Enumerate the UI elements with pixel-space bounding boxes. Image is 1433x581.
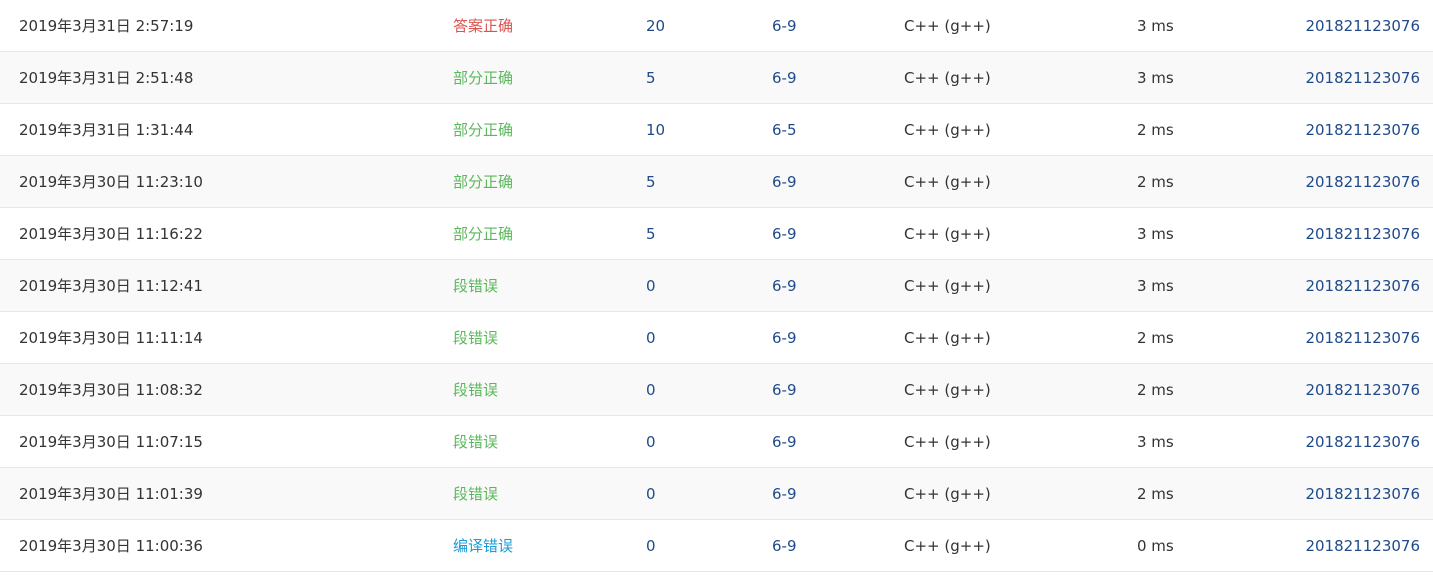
status-badge[interactable]: 部分正确 — [453, 156, 513, 208]
submit-time: 2019年3月30日 11:00:36 — [19, 537, 203, 555]
user-link[interactable]: 201821123076 — [1305, 52, 1420, 104]
table-row: 2019年3月30日 11:16:22 部分正确 5 6-9 C++ (g++) 3 ms… — [0, 208, 1433, 260]
table-row: 2019年3月30日 11:12:41 段错误 0 6-9 C++ (g++) 3 ms 2… — [0, 260, 1433, 312]
submit-time: 2019年3月30日 11:16:22 — [19, 225, 203, 243]
run-time: 3 ms — [1137, 277, 1174, 295]
problem-link[interactable]: 6-9 — [772, 0, 797, 52]
submit-time: 2019年3月31日 2:57:19 — [19, 17, 194, 35]
status-badge[interactable]: 部分正确 — [453, 104, 513, 156]
user-link[interactable]: 201821123076 — [1305, 208, 1420, 260]
run-time: 3 ms — [1137, 69, 1174, 87]
score-link[interactable]: 5 — [646, 208, 656, 260]
problem-link[interactable]: 6-9 — [772, 52, 797, 104]
problem-link[interactable]: 6-9 — [772, 468, 797, 520]
user-link[interactable]: 201821123076 — [1305, 104, 1420, 156]
table-row: 2019年3月30日 11:11:14 段错误 0 6-9 C++ (g++) 2 ms 2… — [0, 312, 1433, 364]
score-link[interactable]: 0 — [646, 364, 656, 416]
table-row: 2019年3月30日 11:07:15 段错误 0 6-9 C++ (g++) 3 ms 2… — [0, 416, 1433, 468]
problem-link[interactable]: 6-9 — [772, 364, 797, 416]
problem-link[interactable]: 6-5 — [772, 104, 797, 156]
compiler-label: C++ (g++) — [904, 485, 991, 503]
table-row: 2019年3月30日 11:08:32 段错误 0 6-9 C++ (g++) 2 ms 2… — [0, 364, 1433, 416]
status-badge[interactable]: 段错误 — [453, 260, 498, 312]
score-link[interactable]: 20 — [646, 0, 665, 52]
problem-link[interactable]: 6-9 — [772, 520, 797, 572]
problem-link[interactable]: 6-9 — [772, 416, 797, 468]
submissions-table: 2019年3月31日 2:57:19 答案正确 20 6-9 C++ (g++) 3 ms… — [0, 0, 1433, 572]
status-badge[interactable]: 部分正确 — [453, 208, 513, 260]
table-row: 2019年3月31日 1:31:44 部分正确 10 6-5 C++ (g++) 2 ms… — [0, 104, 1433, 156]
submit-time: 2019年3月31日 2:51:48 — [19, 69, 194, 87]
compiler-label: C++ (g++) — [904, 277, 991, 295]
table-row: 2019年3月30日 11:01:39 段错误 0 6-9 C++ (g++) 2 ms 2… — [0, 468, 1433, 520]
compiler-label: C++ (g++) — [904, 17, 991, 35]
user-link[interactable]: 201821123076 — [1305, 0, 1420, 52]
submit-time: 2019年3月31日 1:31:44 — [19, 121, 194, 139]
submit-time: 2019年3月30日 11:08:32 — [19, 381, 203, 399]
submit-time: 2019年3月30日 11:12:41 — [19, 277, 203, 295]
score-link[interactable]: 0 — [646, 260, 656, 312]
user-link[interactable]: 201821123076 — [1305, 156, 1420, 208]
status-badge[interactable]: 段错误 — [453, 312, 498, 364]
score-link[interactable]: 0 — [646, 416, 656, 468]
status-badge[interactable]: 段错误 — [453, 364, 498, 416]
run-time: 3 ms — [1137, 17, 1174, 35]
table-row: 2019年3月30日 11:00:36 编译错误 0 6-9 C++ (g++) 0 ms… — [0, 520, 1433, 572]
status-badge[interactable]: 段错误 — [453, 416, 498, 468]
user-link[interactable]: 201821123076 — [1305, 520, 1420, 572]
submit-time: 2019年3月30日 11:07:15 — [19, 433, 203, 451]
status-badge[interactable]: 编译错误 — [453, 520, 513, 572]
status-badge[interactable]: 部分正确 — [453, 52, 513, 104]
score-link[interactable]: 0 — [646, 312, 656, 364]
score-link[interactable]: 0 — [646, 468, 656, 520]
run-time: 0 ms — [1137, 537, 1174, 555]
compiler-label: C++ (g++) — [904, 381, 991, 399]
score-link[interactable]: 5 — [646, 52, 656, 104]
score-link[interactable]: 5 — [646, 156, 656, 208]
compiler-label: C++ (g++) — [904, 433, 991, 451]
run-time: 3 ms — [1137, 225, 1174, 243]
user-link[interactable]: 201821123076 — [1305, 260, 1420, 312]
compiler-label: C++ (g++) — [904, 121, 991, 139]
run-time: 2 ms — [1137, 485, 1174, 503]
run-time: 3 ms — [1137, 433, 1174, 451]
submit-time: 2019年3月30日 11:01:39 — [19, 485, 203, 503]
table-row: 2019年3月31日 2:57:19 答案正确 20 6-9 C++ (g++) 3 ms… — [0, 0, 1433, 52]
compiler-label: C++ (g++) — [904, 537, 991, 555]
table-row: 2019年3月30日 11:23:10 部分正确 5 6-9 C++ (g++) 2 ms… — [0, 156, 1433, 208]
submit-time: 2019年3月30日 11:23:10 — [19, 173, 203, 191]
submit-time: 2019年3月30日 11:11:14 — [19, 329, 203, 347]
compiler-label: C++ (g++) — [904, 225, 991, 243]
status-badge[interactable]: 段错误 — [453, 468, 498, 520]
score-link[interactable]: 0 — [646, 520, 656, 572]
run-time: 2 ms — [1137, 329, 1174, 347]
run-time: 2 ms — [1137, 121, 1174, 139]
compiler-label: C++ (g++) — [904, 329, 991, 347]
user-link[interactable]: 201821123076 — [1305, 468, 1420, 520]
score-link[interactable]: 10 — [646, 104, 665, 156]
problem-link[interactable]: 6-9 — [772, 208, 797, 260]
user-link[interactable]: 201821123076 — [1305, 364, 1420, 416]
problem-link[interactable]: 6-9 — [772, 260, 797, 312]
run-time: 2 ms — [1137, 173, 1174, 191]
problem-link[interactable]: 6-9 — [772, 156, 797, 208]
compiler-label: C++ (g++) — [904, 173, 991, 191]
status-badge[interactable]: 答案正确 — [453, 0, 513, 52]
run-time: 2 ms — [1137, 381, 1174, 399]
problem-link[interactable]: 6-9 — [772, 312, 797, 364]
compiler-label: C++ (g++) — [904, 69, 991, 87]
table-row: 2019年3月31日 2:51:48 部分正确 5 6-9 C++ (g++) 3 ms 2… — [0, 52, 1433, 104]
user-link[interactable]: 201821123076 — [1305, 416, 1420, 468]
user-link[interactable]: 201821123076 — [1305, 312, 1420, 364]
